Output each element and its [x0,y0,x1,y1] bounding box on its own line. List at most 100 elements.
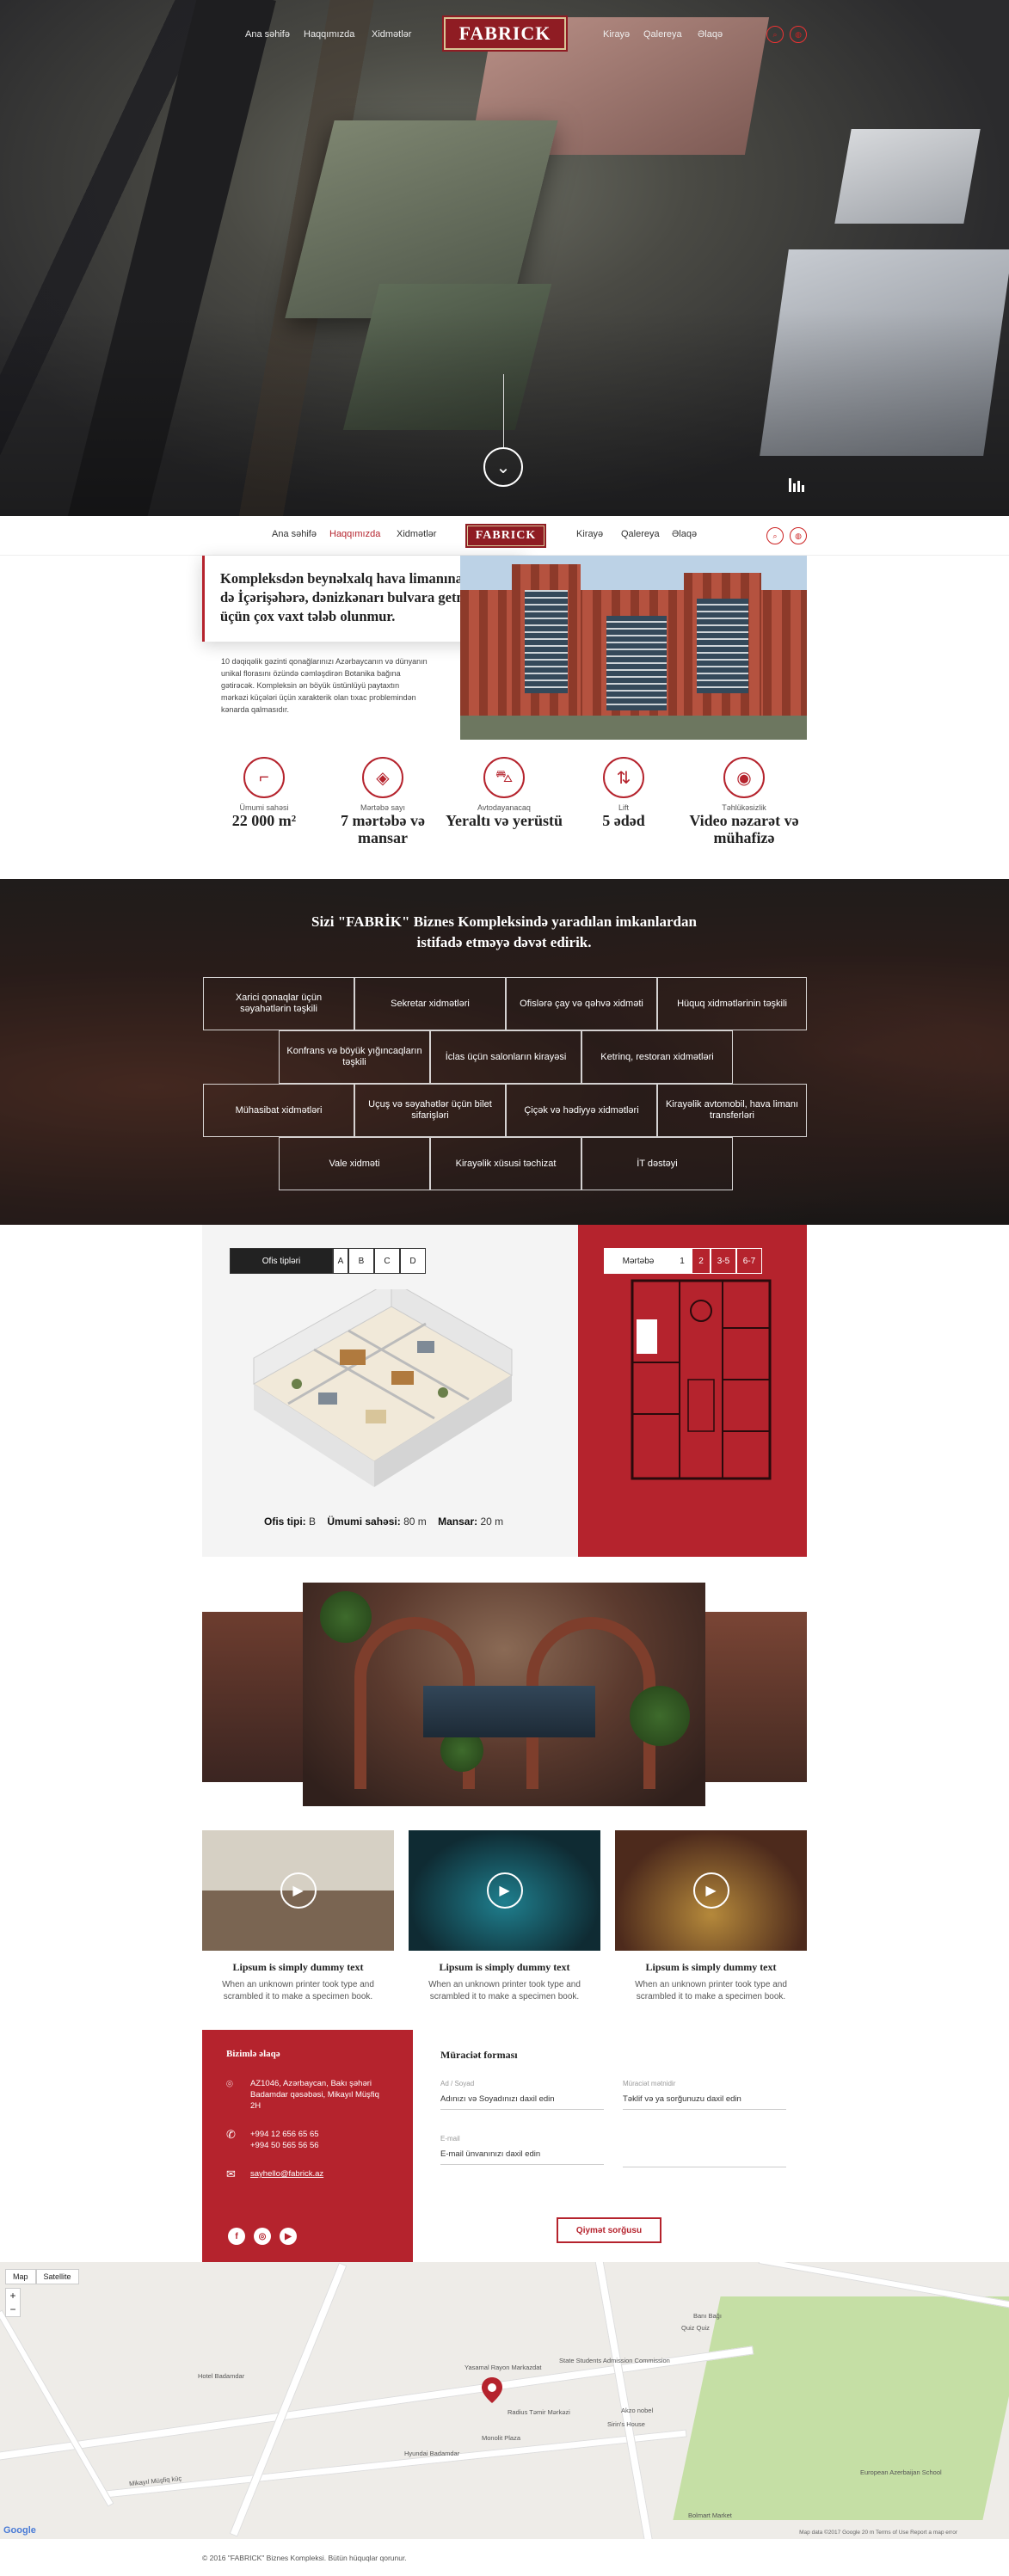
play-icon[interactable]: ▶ [280,1872,317,1909]
play-icon[interactable]: ▶ [486,1872,523,1909]
nav-about[interactable]: Haqqımızda [304,29,354,40]
about-section: Kompleksdən beynəlxalq hava limanına, el… [202,556,807,740]
nav-rent[interactable]: Kirayə [603,29,630,40]
service-item[interactable]: Uçuş və səyahətlər üçün bilet sifarişlər… [354,1084,506,1137]
phone-1[interactable]: +994 12 656 65 65 [250,2130,319,2139]
logo[interactable]: FABRICK [465,524,546,548]
service-item[interactable]: Vale xidməti [279,1137,430,1190]
map-tab[interactable]: Map [5,2269,36,2284]
service-item[interactable]: Mühasibat xidmətləri [203,1084,354,1137]
nav-gallery[interactable]: Qalereya [621,529,660,539]
service-item[interactable]: Hüquq xidmətlərinin təşkili [657,977,807,1030]
service-item[interactable]: Ketrinq, restoran xidmətləri [581,1030,733,1084]
facebook-icon[interactable]: f [228,2228,245,2245]
nav-contact[interactable]: Əlaqə [698,29,723,40]
tab-floor-6-7[interactable]: 6-7 [736,1248,762,1274]
phone-2[interactable]: +994 50 565 56 56 [250,2141,319,2150]
floor-label: Mərtəbə [604,1248,673,1274]
language-icon[interactable]: ◍ [790,26,807,43]
tab-office-b[interactable]: B [348,1248,374,1274]
address-row: ⌾ AZ1046, Azərbaycan, Bakı şəhəri Badamd… [226,2077,379,2111]
contact-card: Bizimlə əlaqə ⌾ AZ1046, Azərbaycan, Bakı… [202,2030,413,2262]
lift-icon: ⇅ [603,757,644,798]
name-field[interactable]: Ad / Soyad Adınızı və Soyadınızı daxil e… [440,2080,604,2110]
video-thumbnail[interactable]: ▶ [615,1830,807,1951]
car-icon: ⛍ [483,757,525,798]
office-type-label: Ofis tipləri [230,1248,333,1274]
nav-about[interactable]: Haqqımızda [329,529,380,539]
tab-office-c[interactable]: C [374,1248,400,1274]
nav-rent[interactable]: Kirayə [576,529,603,539]
video-thumbnail[interactable]: ▶ [202,1830,394,1951]
email-link[interactable]: sayhello@fabrick.az [250,2169,323,2179]
map-attribution[interactable]: Map data ©2017 Google 20 m Terms of Use … [799,2530,957,2536]
tab-office-d[interactable]: D [400,1248,426,1274]
video-thumbnail[interactable]: ▶ [409,1830,600,1951]
video-card[interactable]: ▶ Lipsum is simply dummy text When an un… [202,1830,394,2003]
email-field[interactable]: E-mail E-mail ünvanınızı daxil edin [440,2135,604,2165]
service-item[interactable]: Xarici qonaqlar üçün səyahətlərin təşkil… [203,977,354,1030]
nav-home[interactable]: Ana səhifə [245,29,290,40]
message-field-area[interactable] [623,2135,786,2167]
videos-section: ▶ Lipsum is simply dummy text When an un… [202,1830,807,2007]
camera-icon: ◉ [723,757,765,798]
copyright-text: © 2016 "FABRICK" Biznes Kompleksi. Bütün… [202,2554,407,2562]
map-pin-icon[interactable] [482,2377,502,2403]
nav-services[interactable]: Xidmətlər [397,529,436,539]
logo[interactable]: FABRICK [442,15,568,52]
services-section: Sizi "FABRİK" Biznes Kompleksində yaradı… [0,879,1009,1225]
contact-section: Bizimlə əlaqə ⌾ AZ1046, Azərbaycan, Bakı… [202,2030,807,2262]
play-icon[interactable]: ▶ [692,1872,729,1909]
nav-contact[interactable]: Əlaqə [672,529,697,539]
nav-home[interactable]: Ana səhifə [272,529,317,539]
tab-office-a[interactable]: A [333,1248,348,1274]
map-type-control: Map Satellite [5,2269,79,2284]
gallery-image[interactable] [202,1612,303,1782]
office-caption: Ofis tipi: B Ümumi sahəsi: 80 m Mansar: … [264,1515,504,1528]
search-icon[interactable]: ⌕ [766,26,784,43]
nav-services[interactable]: Xidmətlər [372,29,411,40]
video-card[interactable]: ▶ Lipsum is simply dummy text When an un… [409,1830,600,2003]
form-title: Müraciət forması [440,2049,518,2061]
tab-floor-1[interactable]: 1 [673,1248,692,1274]
google-logo: Google [3,2525,36,2536]
gallery-image[interactable] [705,1612,807,1782]
nav-gallery[interactable]: Qalereya [643,29,682,40]
satellite-tab[interactable]: Satellite [35,2269,79,2284]
zoom-control[interactable]: + − [5,2288,21,2317]
service-item[interactable]: Çiçək və hədiyyə xidmətləri [506,1084,657,1137]
video-card[interactable]: ▶ Lipsum is simply dummy text When an un… [615,1830,807,2003]
service-item[interactable]: İclas üçün salonların kirayəsi [430,1030,581,1084]
service-item[interactable]: Kirayəlik xüsusi təchizat [430,1137,581,1190]
tab-floor-2[interactable]: 2 [692,1248,711,1274]
instagram-icon[interactable]: ◎ [254,2228,271,2245]
gallery-main-image[interactable] [303,1583,705,1806]
top-navigation: Ana səhifə Haqqımızda Xidmətlər FABRICK … [0,15,1009,52]
tab-floor-3-5[interactable]: 3-5 [711,1248,736,1274]
language-icon[interactable]: ◍ [790,527,807,544]
layers-icon: ◈ [362,757,403,798]
service-item[interactable]: Konfrans və böyük yığıncaqların təşkili [279,1030,430,1084]
scroll-down-button[interactable]: ⌄ [483,447,523,487]
office-plans-section: Ofis tipləri A B C D Ofis tipi: B Ümumi … [202,1225,807,1557]
map-park [673,2296,1009,2520]
feature-item: ⌐ Ümumi sahəsi 22 000 m² [204,757,324,829]
service-item[interactable]: Kirayəlik avtomobil, hava limanı transfe… [657,1084,807,1137]
office-type-panel: Ofis tipləri A B C D Ofis tipi: B Ümumi … [202,1225,578,1557]
services-title: Sizi "FABRİK" Biznes Kompleksində yaradı… [311,913,697,950]
floor-plan-drawing [631,1279,772,1480]
service-item[interactable]: Ofislərə çay və qəhvə xidməti [506,977,657,1030]
map[interactable]: Hotel Badamdar Yasamal Rayon Markazdat R… [0,2262,1009,2539]
gallery-section [202,1583,807,1806]
message-field[interactable]: Müraciət mətnidir Təklif və ya sorğunuzu… [623,2080,786,2110]
floor-plan-panel: Mərtəbə 1 2 3-5 6-7 [578,1225,807,1557]
chevron-down-icon: ⌄ [495,458,511,477]
youtube-icon[interactable]: ▶ [280,2228,297,2245]
service-item[interactable]: İT dəstəyi [581,1137,733,1190]
sound-bars-icon[interactable] [789,478,808,492]
search-icon[interactable]: ⌕ [766,527,784,544]
price-request-button[interactable]: Qiymət sorğusu [557,2217,661,2243]
hero-section: Ana səhifə Haqqımızda Xidmətlər FABRICK … [0,0,1009,516]
service-item[interactable]: Sekretar xidmətləri [354,977,506,1030]
location-pin-icon: ⌾ [226,2077,233,2090]
